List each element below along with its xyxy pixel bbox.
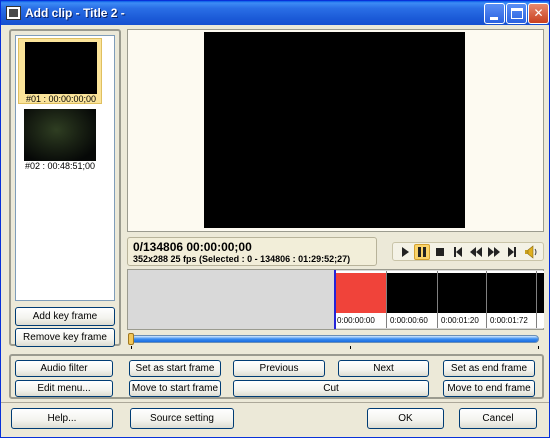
pause-button[interactable] bbox=[414, 244, 430, 260]
frame-info: 0/134806 00:00:00;00 352x288 25 fps (Sel… bbox=[127, 237, 377, 266]
stop-icon bbox=[436, 248, 444, 256]
footer-divider bbox=[1, 402, 549, 403]
fast-forward-icon bbox=[488, 247, 500, 257]
add-key-frame-button[interactable]: Add key frame bbox=[15, 307, 115, 326]
set-end-frame-button[interactable]: Set as end frame bbox=[443, 360, 535, 377]
move-end-frame-button[interactable]: Move to end frame bbox=[443, 380, 535, 397]
help-button[interactable]: Help... bbox=[11, 408, 113, 429]
timeline-cursor[interactable] bbox=[334, 270, 336, 329]
close-button[interactable]: ✕ bbox=[528, 3, 549, 24]
slider-track[interactable] bbox=[131, 335, 539, 343]
clip-panel: #01 : 00:00:00;00 #02 : 00:48:51;00 Add … bbox=[9, 29, 121, 347]
timeline-frame[interactable] bbox=[537, 271, 544, 328]
edit-button-group: Audio filter Edit menu... Set as start f… bbox=[9, 354, 544, 399]
fast-forward-button[interactable] bbox=[486, 244, 502, 260]
move-start-frame-button[interactable]: Move to start frame bbox=[129, 380, 221, 397]
edit-menu-button[interactable]: Edit menu... bbox=[15, 380, 113, 397]
remove-key-frame-button[interactable]: Remove key frame bbox=[15, 328, 115, 347]
clip-label: #01 : 00:00:00;00 bbox=[25, 94, 97, 104]
rewind-icon bbox=[470, 247, 482, 257]
close-icon: ✕ bbox=[533, 6, 544, 20]
frame-thumbnail bbox=[334, 273, 386, 313]
add-clip-window: Add clip - Title 2 - ✕ #01 : 00:00:00;00… bbox=[0, 0, 550, 438]
set-start-frame-button[interactable]: Set as start frame bbox=[129, 360, 221, 377]
frame-timecode: 0:00:01:72 bbox=[490, 316, 528, 325]
slider-tick bbox=[350, 346, 351, 349]
next-button[interactable]: Next bbox=[338, 360, 429, 377]
minimize-icon bbox=[490, 17, 498, 20]
timeline-frame[interactable]: 0:00:00:00 bbox=[334, 271, 386, 328]
cut-button[interactable]: Cut bbox=[233, 380, 429, 397]
frame-thumbnail bbox=[537, 273, 544, 313]
playback-controls bbox=[392, 242, 544, 261]
volume-icon bbox=[525, 245, 537, 259]
timeline-frame[interactable]: 0:00:00:60 bbox=[387, 271, 437, 328]
next-frame-button[interactable] bbox=[504, 244, 520, 260]
clip-thumbnail bbox=[24, 109, 96, 161]
app-icon bbox=[6, 6, 21, 20]
position-slider[interactable] bbox=[127, 331, 544, 351]
timeline-frame[interactable]: 0:00:01:72 bbox=[487, 271, 536, 328]
minimize-button[interactable] bbox=[484, 3, 505, 24]
play-button[interactable] bbox=[397, 244, 413, 260]
previous-button[interactable]: Previous bbox=[233, 360, 325, 377]
next-frame-icon bbox=[508, 247, 516, 257]
video-details-text: 352x288 25 fps (Selected : 0 - 134806 : … bbox=[133, 254, 351, 264]
rewind-button[interactable] bbox=[468, 244, 484, 260]
stop-button[interactable] bbox=[432, 244, 448, 260]
maximize-button[interactable] bbox=[506, 3, 527, 24]
clip-thumbnail bbox=[25, 42, 97, 94]
source-setting-button[interactable]: Source setting bbox=[130, 408, 234, 429]
video-display bbox=[204, 32, 465, 228]
slider-tick bbox=[538, 346, 539, 349]
pause-icon bbox=[418, 247, 426, 257]
clip-item[interactable]: #01 : 00:00:00;00 bbox=[18, 38, 102, 104]
frame-thumbnail bbox=[438, 273, 486, 313]
prev-frame-icon bbox=[454, 247, 462, 257]
clip-label: #02 : 00:48:51;00 bbox=[24, 161, 96, 171]
slider-tick bbox=[131, 346, 132, 349]
clip-list[interactable]: #01 : 00:00:00;00 #02 : 00:48:51;00 bbox=[15, 35, 115, 301]
clip-item[interactable]: #02 : 00:48:51;00 bbox=[18, 106, 102, 172]
audio-filter-button[interactable]: Audio filter bbox=[15, 360, 113, 377]
frame-strip: 0:00:00:00 0:00:00:60 0:00:01:20 0:00:01… bbox=[334, 271, 544, 328]
frame-timecode: 0:00:00:00 bbox=[337, 316, 375, 325]
frame-time-text: 0/134806 00:00:00;00 bbox=[133, 240, 252, 254]
frame-timecode: 0:00:00:60 bbox=[390, 316, 428, 325]
ok-button[interactable]: OK bbox=[367, 408, 444, 429]
maximize-icon bbox=[511, 8, 523, 19]
window-title: Add clip - Title 2 - bbox=[25, 6, 125, 20]
timeline-frame[interactable]: 0:00:01:20 bbox=[438, 271, 486, 328]
title-bar[interactable]: Add clip - Title 2 - ✕ bbox=[1, 1, 549, 25]
cancel-button[interactable]: Cancel bbox=[459, 408, 537, 429]
frame-timecode: 0:00:01:20 bbox=[441, 316, 479, 325]
play-icon bbox=[402, 247, 409, 257]
preview-area bbox=[127, 29, 544, 232]
volume-button[interactable] bbox=[523, 244, 539, 260]
frame-thumbnail bbox=[387, 273, 437, 313]
slider-thumb[interactable] bbox=[128, 333, 134, 345]
frame-thumbnail bbox=[487, 273, 536, 313]
timeline-strip[interactable]: 0:00:00:00 0:00:00:60 0:00:01:20 0:00:01… bbox=[127, 269, 544, 330]
prev-frame-button[interactable] bbox=[450, 244, 466, 260]
